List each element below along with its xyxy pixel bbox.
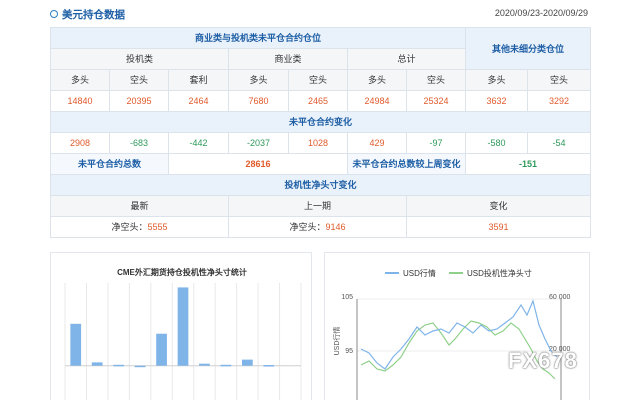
date-range: 2020/09/23-2020/09/29 — [494, 8, 588, 18]
head-other: 其他未细分类仓位 — [465, 27, 592, 70]
val-spec-long: 14840 — [50, 90, 110, 112]
legend-usd-label: USD行情 — [403, 268, 436, 278]
change-title: 未平仓合约变化 — [49, 111, 592, 133]
val-comm-long: 7680 — [228, 90, 289, 112]
positions-table: 商业类与投机类未平仓合约仓位 其他未细分类仓位 投机类 商业类 总计 多头 空头… — [49, 27, 592, 238]
total-label: 未平仓合约总数 — [50, 153, 169, 175]
col-other-short: 空头 — [527, 69, 592, 91]
bar-chart: CME外汇期货持仓投机性净头寸统计 — [64, 267, 302, 400]
bar-9 — [242, 359, 253, 366]
col-other-long: 多头 — [465, 69, 529, 91]
week-change-value: -151 — [465, 153, 592, 175]
col-total-short: 空头 — [405, 69, 467, 91]
head-main: 商业类与投机类未平仓合约仓位 — [49, 27, 467, 49]
col-comm-long: 多头 — [228, 69, 289, 91]
col-comm-short: 空头 — [288, 69, 348, 91]
val-total-long: 24984 — [347, 90, 407, 112]
circle-icon — [50, 10, 58, 18]
week-change-label: 未平仓合约总数较上周变化 — [346, 153, 467, 175]
bar-5 — [156, 333, 167, 366]
legend-net-label: USD投机性净头寸 — [467, 268, 532, 278]
col-spec-long: 多头 — [50, 69, 110, 91]
line-chart: USD行情 USD投机性净头寸 105 95 60 000 20 000 USD… — [332, 268, 571, 400]
group-total: 总计 — [346, 48, 467, 70]
bar-1 — [70, 323, 82, 366]
change-title-row: 未平仓合约变化 — [49, 111, 592, 133]
net-col-change: 变化 — [405, 195, 592, 217]
left-tick-top: 105 — [341, 294, 353, 301]
val-total-short: 25324 — [405, 90, 467, 112]
val-spec-spread: 2464 — [168, 90, 229, 112]
totals-row: 未平仓合约总数 28616 未平仓合约总数较上周变化 -151 — [50, 153, 592, 175]
bar-chart-panel: CME外汇期货持仓投机性净头寸统计 — [50, 252, 312, 400]
net-latest-cell: 净空头：5555 — [50, 216, 229, 238]
chg-spec-long: 2908 — [50, 132, 110, 154]
net-previous-label: 净空头： — [289, 222, 326, 232]
val-other-long: 3632 — [465, 90, 529, 112]
net-title: 投机性净头寸变化 — [49, 174, 592, 196]
val-other-short: 3292 — [527, 90, 592, 112]
bar-10 — [263, 365, 275, 367]
header-row-main: 商业类与投机类未平仓合约仓位 其他未细分类仓位 — [49, 27, 592, 70]
bar-8 — [220, 364, 232, 367]
chg-spec-short: -683 — [109, 132, 169, 154]
section-header: 美元持仓数据 2020/09/23-2020/09/29 — [0, 0, 640, 28]
net-latest-label: 净空头： — [111, 222, 148, 232]
change-values-row: 2908 -683 -442 -2037 1028 429 -97 -580 -… — [50, 132, 592, 154]
line-chart-panel: USD行情 USD投机性净头寸 105 95 60 000 20 000 USD… — [324, 252, 590, 400]
total-value: 28616 — [168, 153, 348, 175]
net-previous-cell: 净空头：9146 — [228, 216, 407, 238]
header-row-cols: 多头 空头 套利 多头 空头 多头 空头 多头 空头 — [50, 69, 592, 91]
right-tick-top: 60 000 — [549, 294, 571, 301]
bar-2 — [91, 362, 103, 366]
left-axis-label: USD行情 — [332, 327, 341, 356]
net-change-value: 3591 — [405, 216, 592, 238]
left-tick-mid: 95 — [345, 348, 353, 355]
net-previous-value: 9146 — [325, 222, 346, 232]
col-spec-short: 空头 — [109, 69, 169, 91]
net-values-row: 净空头：5555 净空头：9146 3591 — [50, 216, 592, 238]
chg-total-short: -97 — [405, 132, 467, 154]
group-comm: 商业类 — [228, 48, 348, 70]
bar-6 — [177, 287, 189, 366]
chg-comm-long: -2037 — [228, 132, 289, 154]
bar-4 — [134, 365, 146, 368]
net-header-row: 最新 上一期 变化 — [50, 195, 592, 217]
net-col-previous: 上一期 — [228, 195, 407, 217]
watermark-logo: FX678 — [508, 348, 578, 373]
bar-3 — [113, 364, 124, 367]
chg-other-short: -54 — [527, 132, 592, 154]
val-comm-short: 2465 — [288, 90, 348, 112]
chg-comm-short: 1028 — [288, 132, 348, 154]
net-latest-value: 5555 — [147, 222, 168, 232]
col-spec-spread: 套利 — [168, 69, 229, 91]
net-title-row: 投机性净头寸变化 — [49, 174, 592, 196]
val-spec-short: 20395 — [109, 90, 169, 112]
net-col-latest: 最新 — [50, 195, 229, 217]
col-total-long: 多头 — [347, 69, 407, 91]
section-title: 美元持仓数据 — [62, 9, 125, 21]
bar-7 — [199, 363, 210, 366]
chg-total-long: 429 — [347, 132, 407, 154]
chg-other-long: -580 — [465, 132, 529, 154]
bar-chart-title: CME外汇期货持仓投机性净头寸统计 — [117, 267, 247, 277]
values-row: 14840 20395 2464 7680 2465 24984 25324 3… — [50, 90, 592, 112]
group-spec: 投机类 — [50, 48, 229, 70]
chg-spec-spread: -442 — [168, 132, 229, 154]
